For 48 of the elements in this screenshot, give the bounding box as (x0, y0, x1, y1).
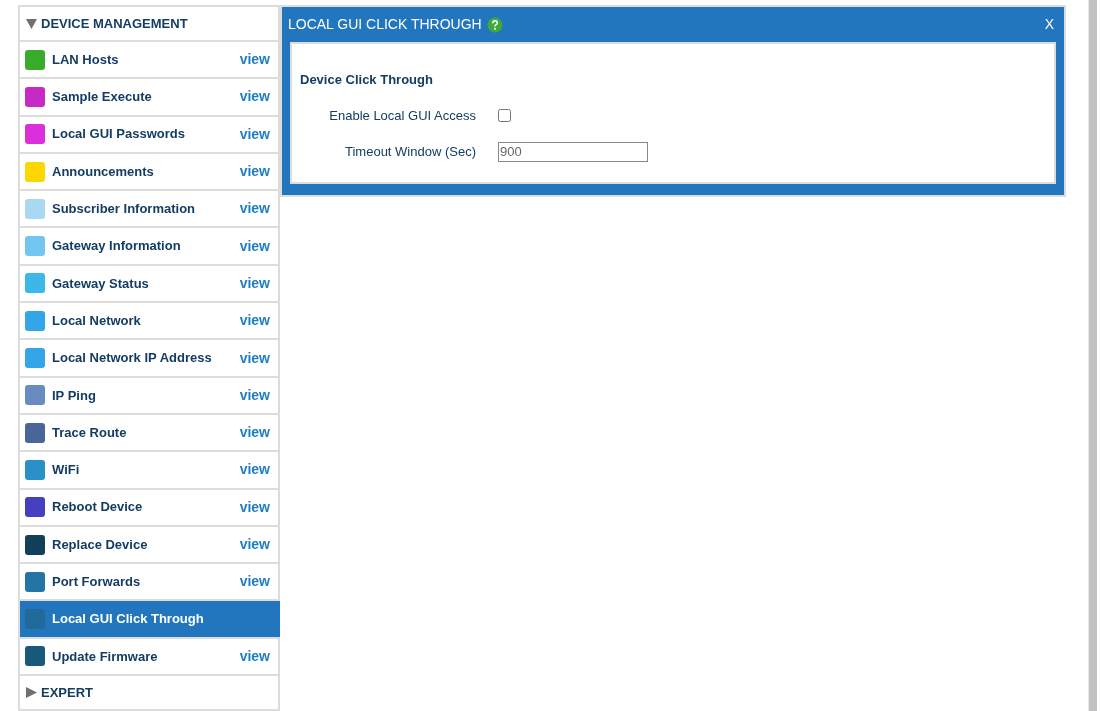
item-label: Replace Device (52, 535, 149, 554)
input-field[interactable]: 900 (498, 141, 648, 162)
section-title: DEVICE MANAGEMENT (41, 14, 188, 33)
view-link[interactable]: view (239, 198, 270, 220)
item-label: Trace Route (52, 423, 128, 442)
view-link[interactable]: view (239, 123, 270, 145)
item-label: Gateway Information (52, 237, 182, 256)
item-label: Reboot Device (52, 498, 144, 517)
view-link[interactable]: view (239, 86, 270, 108)
field-label: Timeout Window (Sec) (344, 142, 477, 161)
close-button[interactable]: X (1040, 14, 1058, 35)
view-link[interactable]: view (239, 496, 270, 518)
item-label: Local Network (52, 311, 142, 330)
item-label: Local GUI Click Through (52, 610, 205, 629)
view-link[interactable]: view (239, 49, 270, 71)
caret-right-icon (26, 687, 37, 699)
caret-down-icon (26, 18, 37, 29)
sidebar-item[interactable]: Local GUI Click Through (20, 601, 280, 639)
help-icon[interactable] (486, 16, 503, 33)
field-label: Enable Local GUI Access (328, 106, 477, 125)
panel-title: LOCAL GUI CLICK THROUGH (288, 15, 482, 34)
view-link[interactable]: view (239, 459, 270, 481)
checkbox[interactable] (498, 109, 511, 122)
item-label: IP Ping (52, 386, 97, 405)
section-header[interactable]: EXPERT (20, 676, 278, 711)
view-link[interactable]: view (239, 235, 270, 257)
view-link[interactable]: view (239, 272, 270, 294)
item-label: LAN Hosts (52, 50, 120, 69)
view-link[interactable]: view (239, 347, 270, 369)
item-label: Local GUI Passwords (52, 125, 186, 144)
section-title: EXPERT (41, 683, 93, 702)
view-link[interactable]: view (239, 310, 270, 332)
view-link[interactable]: view (239, 645, 270, 667)
item-label: Gateway Status (52, 274, 150, 293)
view-link[interactable]: view (239, 534, 270, 555)
item-label: Port Forwards (52, 573, 142, 592)
item-label: WiFi (52, 461, 81, 480)
item-label: Announcements (52, 162, 155, 181)
view-link[interactable]: view (239, 571, 270, 593)
view-link[interactable]: view (239, 422, 270, 444)
item-label: Update Firmware (52, 647, 159, 666)
item-label: Sample Execute (52, 88, 153, 107)
item-label: Subscriber Information (52, 200, 197, 219)
view-link[interactable]: view (239, 161, 270, 183)
scrollbar[interactable] (1088, 0, 1097, 711)
view-link[interactable]: view (239, 384, 270, 406)
item-label: Local Network IP Address (52, 349, 213, 368)
section-heading: Device Click Through (300, 71, 434, 89)
